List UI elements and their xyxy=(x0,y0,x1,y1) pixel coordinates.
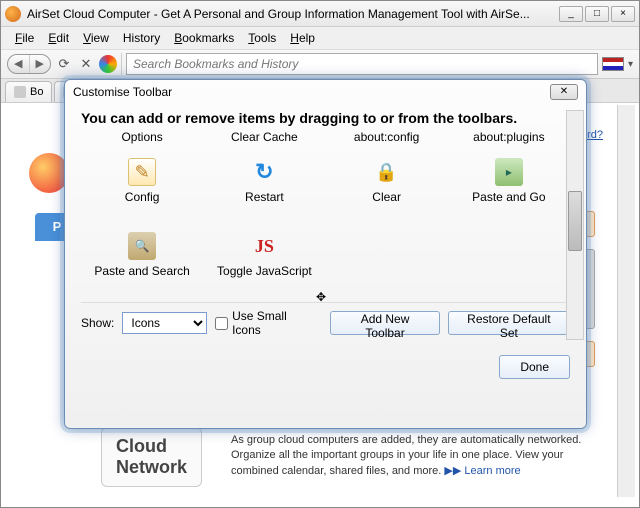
item-restart-label: Restart xyxy=(203,190,325,204)
firefox-icon xyxy=(5,6,21,22)
done-button[interactable]: Done xyxy=(499,355,570,379)
item-config[interactable]: Config xyxy=(81,158,203,204)
cloud-line2: Network xyxy=(116,457,187,478)
dropdown-arrow-icon[interactable]: ▾ xyxy=(628,59,633,70)
body-text: As group cloud computers are added, they… xyxy=(231,433,599,479)
item-toggle-javascript[interactable]: JS Toggle JavaScript xyxy=(203,232,325,278)
dialog-titlebar: Customise Toolbar ✕ xyxy=(65,80,586,104)
separator xyxy=(121,53,122,75)
maximize-button[interactable]: □ xyxy=(585,6,609,22)
nav-toolbar: ◀ ▶ ⟳ ✕ Search Bookmarks and History ▾ xyxy=(1,49,639,79)
item-restart[interactable]: Restart xyxy=(203,158,325,204)
lock-icon xyxy=(373,158,401,186)
js-icon: JS xyxy=(250,232,278,260)
item-clear-cache[interactable]: Clear Cache xyxy=(203,130,325,144)
dialog-title: Customise Toolbar xyxy=(73,85,550,99)
restore-default-set-button[interactable]: Restore Default Set xyxy=(448,311,570,335)
menu-bar: File Edit View History Bookmarks Tools H… xyxy=(1,27,639,49)
paste-go-icon xyxy=(495,158,523,186)
reload-button[interactable]: ⟳ xyxy=(55,55,73,73)
tab-1[interactable]: Bo xyxy=(5,81,52,102)
item-config-label: Config xyxy=(81,190,203,204)
item-about-plugins[interactable]: about:plugins xyxy=(448,130,570,144)
item-paste-and-go[interactable]: Paste and Go xyxy=(448,158,570,204)
add-new-toolbar-button[interactable]: Add New Toolbar xyxy=(330,311,439,335)
airset-logo-icon xyxy=(29,153,69,193)
customise-toolbar-dialog: Customise Toolbar ✕ You can add or remov… xyxy=(64,79,587,429)
restart-icon xyxy=(250,158,278,186)
body-line1: As group cloud computers are added, they… xyxy=(231,434,581,446)
item-paste-and-search[interactable]: Paste and Search xyxy=(81,232,203,278)
dialog-bottom-bar: Show: Icons Use Small Icons Add New Tool… xyxy=(81,302,570,337)
show-label: Show: xyxy=(81,316,114,330)
cloud-network-card: Cloud Network xyxy=(101,427,202,487)
item-togglejs-label: Toggle JavaScript xyxy=(203,264,325,278)
item-clear[interactable]: Clear xyxy=(326,158,448,204)
scrollbar-thumb[interactable] xyxy=(568,191,582,251)
use-small-icons-label[interactable]: Use Small Icons xyxy=(215,309,314,337)
menu-bookmarks[interactable]: Bookmarks xyxy=(168,29,240,47)
url-search-field[interactable]: Search Bookmarks and History xyxy=(126,53,598,75)
page-vertical-scrollbar[interactable] xyxy=(617,105,635,497)
close-window-button[interactable]: × xyxy=(611,6,635,22)
flag-icon[interactable] xyxy=(602,57,624,71)
dialog-heading: You can add or remove items by dragging … xyxy=(81,110,570,126)
config-icon xyxy=(128,158,156,186)
menu-history[interactable]: History xyxy=(117,29,166,47)
dialog-vertical-scrollbar[interactable] xyxy=(566,110,584,340)
use-small-icons-checkbox[interactable] xyxy=(215,317,228,330)
use-small-icons-text: Use Small Icons xyxy=(232,309,314,337)
item-about-config[interactable]: about:config xyxy=(326,130,448,144)
item-clear-label: Clear xyxy=(326,190,448,204)
minimize-button[interactable]: _ xyxy=(559,6,583,22)
back-button[interactable]: ◀ xyxy=(8,55,30,73)
learn-more-link[interactable]: ▶▶ Learn more xyxy=(444,465,520,477)
window-title: AirSet Cloud Computer - Get A Personal a… xyxy=(27,7,559,21)
item-pastego-label: Paste and Go xyxy=(448,190,570,204)
menu-tools[interactable]: Tools xyxy=(242,29,282,47)
forward-button[interactable]: ▶ xyxy=(30,55,51,73)
url-placeholder: Search Bookmarks and History xyxy=(133,57,298,71)
favicon-icon xyxy=(14,86,26,98)
toolbar-items-grid: Config Restart Clear Paste and Go Paste … xyxy=(81,158,570,278)
swirl-icon xyxy=(99,55,117,73)
back-forward-pill: ◀ ▶ xyxy=(7,54,51,74)
home-button[interactable] xyxy=(99,55,117,73)
item-pastesearch-label: Paste and Search xyxy=(81,264,203,278)
tab-1-label: Bo xyxy=(30,86,43,98)
cloud-line1: Cloud xyxy=(116,436,187,457)
stop-button[interactable]: ✕ xyxy=(77,55,95,73)
paste-search-icon xyxy=(128,232,156,260)
menu-help[interactable]: Help xyxy=(284,29,321,47)
show-select[interactable]: Icons xyxy=(122,312,207,334)
menu-edit[interactable]: Edit xyxy=(42,29,75,47)
dialog-close-button[interactable]: ✕ xyxy=(550,84,578,100)
window-titlebar: AirSet Cloud Computer - Get A Personal a… xyxy=(1,1,639,27)
item-options[interactable]: Options xyxy=(81,130,203,144)
menu-view[interactable]: View xyxy=(77,29,115,47)
text-item-row: Options Clear Cache about:config about:p… xyxy=(81,130,570,144)
menu-file[interactable]: File xyxy=(9,29,40,47)
